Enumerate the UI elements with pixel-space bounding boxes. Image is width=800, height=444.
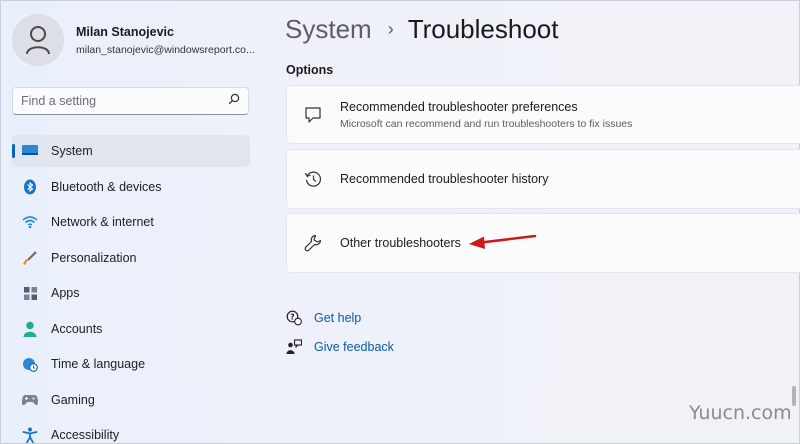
help-icon: ? xyxy=(285,309,303,327)
sidebar-item-label: Gaming xyxy=(51,392,95,407)
sidebar-item-label: System xyxy=(51,144,93,158)
sidebar-item-label: Accessibility xyxy=(51,428,120,442)
gamepad-icon xyxy=(20,391,40,409)
card-title: Recommended troubleshooter history xyxy=(340,172,549,186)
troubleshooter-history-card[interactable]: Recommended troubleshooter history xyxy=(286,149,800,209)
card-title: Recommended troubleshooter preferences xyxy=(340,99,578,114)
sidebar-item-label: Apps xyxy=(51,286,80,300)
bluetooth-icon xyxy=(20,178,40,196)
feedback-icon xyxy=(285,338,303,356)
card-title: Other troubleshooters xyxy=(340,236,461,250)
sidebar-item-personalization[interactable]: Personalization xyxy=(12,242,250,274)
scrollbar-thumb[interactable] xyxy=(792,386,796,406)
sidebar-item-label: Time & language xyxy=(51,357,146,371)
apps-icon xyxy=(20,284,40,302)
person-avatar-icon xyxy=(26,26,50,55)
wifi-icon xyxy=(20,213,40,231)
recommended-preferences-card[interactable]: Recommended troubleshooter preferences M… xyxy=(286,85,800,144)
section-heading: Options xyxy=(286,63,334,77)
user-profile[interactable]: Milan Stanojevic milan_stanojevic@window… xyxy=(12,14,255,66)
search-icon[interactable] xyxy=(228,92,240,110)
avatar xyxy=(12,14,64,66)
sidebar-item-label: Personalization xyxy=(51,250,137,265)
give-feedback-link[interactable]: Give feedback xyxy=(285,332,394,361)
nav-list: System Bluetooth & devices Network & int… xyxy=(12,135,250,444)
watermark: Yuucn.com xyxy=(689,402,792,424)
history-icon xyxy=(302,168,324,190)
sidebar: Milan Stanojevic milan_stanojevic@window… xyxy=(1,1,263,444)
search-box xyxy=(12,87,249,115)
settings-window: Milan Stanojevic milan_stanojevic@window… xyxy=(0,0,800,444)
sidebar-item-system[interactable]: System xyxy=(12,135,250,167)
sidebar-item-label: Bluetooth & devices xyxy=(51,179,162,194)
give-feedback-label: Give feedback xyxy=(314,339,394,354)
get-help-link[interactable]: ? Get help xyxy=(285,303,394,332)
sidebar-item-network[interactable]: Network & internet xyxy=(12,206,250,238)
globe-clock-icon xyxy=(20,355,40,373)
other-troubleshooters-card[interactable]: Other troubleshooters xyxy=(286,213,800,273)
get-help-label: Get help xyxy=(314,310,362,325)
user-name: Milan Stanojevic xyxy=(76,24,174,39)
person-icon xyxy=(20,320,40,338)
help-links: ? Get help Give feedback xyxy=(285,303,394,361)
chat-bubble-icon xyxy=(302,104,324,126)
sidebar-item-label: Network & internet xyxy=(51,215,154,229)
search-input[interactable] xyxy=(21,94,228,108)
accessibility-icon xyxy=(20,426,40,444)
breadcrumb-current: Troubleshoot xyxy=(407,14,559,44)
brush-icon xyxy=(20,249,40,267)
card-subtitle: Microsoft can recommend and run troubles… xyxy=(340,117,633,130)
wrench-icon xyxy=(302,232,324,254)
sidebar-item-gaming[interactable]: Gaming xyxy=(12,384,250,416)
breadcrumb-separator: › xyxy=(387,19,394,39)
sidebar-item-label: Accounts xyxy=(51,321,103,336)
sidebar-item-accounts[interactable]: Accounts xyxy=(12,313,250,345)
user-email: milan_stanojevic@windowsreport.co... xyxy=(76,43,255,56)
red-arrow-annotation xyxy=(469,234,537,249)
monitor-icon xyxy=(20,142,40,160)
svg-text:?: ? xyxy=(290,312,294,321)
sidebar-item-apps[interactable]: Apps xyxy=(12,277,250,309)
sidebar-item-time-language[interactable]: Time & language xyxy=(12,348,250,380)
sidebar-item-bluetooth[interactable]: Bluetooth & devices xyxy=(12,171,250,203)
breadcrumb-parent[interactable]: System xyxy=(285,14,372,45)
sidebar-item-accessibility[interactable]: Accessibility xyxy=(12,419,250,444)
page-title: System › Troubleshoot xyxy=(285,14,558,45)
